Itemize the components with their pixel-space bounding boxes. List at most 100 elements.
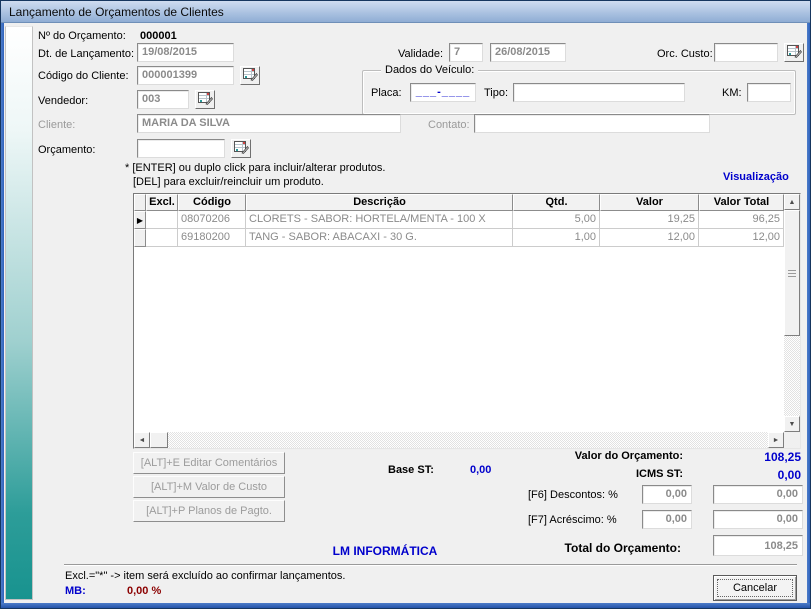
cancel-button[interactable]: Cancelar	[713, 575, 797, 601]
valor-orcamento-label: Valor do Orçamento:	[540, 450, 683, 462]
data-lancamento-label: Dt. de Lançamento:	[38, 48, 134, 60]
scroll-left-icon[interactable]: ◄	[134, 432, 150, 448]
acrescimo-label: [F7] Acréscimo: %	[528, 514, 617, 526]
footer-divider	[64, 564, 797, 566]
cliente-field: MARIA DA SILVA	[137, 114, 401, 133]
placa-field[interactable]: ___-____	[410, 83, 476, 102]
base-st-label: Base ST:	[388, 464, 434, 476]
cell-valor[interactable]: 12,00	[600, 229, 699, 247]
icms-st-label: ICMS ST:	[540, 468, 683, 480]
orc-custo-lookup-button[interactable]	[784, 43, 804, 62]
table-row[interactable]: 69180200 TANG - SABOR: ABACAXI - 30 G. 1…	[134, 229, 784, 247]
instruction-enter-text: ou duplo click para incluir/alterar prod…	[176, 162, 386, 174]
products-grid-body: Excl. Código Descrição Qtd. Valor Valor …	[134, 194, 784, 448]
codigo-cliente-label: Código do Cliente:	[38, 70, 129, 82]
cell-codigo[interactable]: 69180200	[178, 229, 246, 247]
orcamento-lookup-button[interactable]	[231, 139, 251, 158]
visualizacao-link[interactable]: Visualização	[723, 171, 789, 183]
lookup-grid-icon	[787, 44, 802, 61]
orc-custo-field[interactable]	[714, 43, 778, 62]
vendedor-lookup-button[interactable]	[195, 90, 215, 109]
titlebar[interactable]: Lançamento de Orçamentos de Clientes	[1, 1, 810, 23]
grid-header-descricao[interactable]: Descrição	[246, 194, 513, 211]
descontos-pct-field[interactable]: 0,00	[642, 485, 692, 504]
editar-comentarios-button[interactable]: [ALT]+E Editar Comentários	[133, 452, 285, 474]
acrescimo-text: Acréscimo:	[549, 514, 603, 526]
vertical-scrollbar[interactable]: ▲ ▼	[784, 194, 800, 432]
grid-header-qtd[interactable]: Qtd.	[513, 194, 600, 211]
scrollbar-corner	[784, 432, 800, 448]
validade-data-field[interactable]: 26/08/2015	[490, 43, 566, 62]
descontos-label: [F6] Descontos: %	[528, 489, 618, 501]
current-row-indicator: ▶	[134, 211, 146, 229]
vendedor-field[interactable]: 003	[137, 90, 189, 109]
scroll-right-icon[interactable]: ►	[768, 432, 784, 448]
mb-value: 0,00 %	[127, 585, 161, 597]
orc-custo-label: Orc. Custo:	[657, 48, 713, 60]
descontos-valor-field[interactable]: 0,00	[713, 485, 803, 504]
budget-entry-window: Lançamento de Orçamentos de Clientes Nº …	[0, 0, 811, 609]
km-field[interactable]	[747, 83, 791, 102]
grid-header-codigo[interactable]: Código	[178, 194, 246, 211]
orcamento-field[interactable]	[137, 139, 225, 158]
grid-header-valor-total[interactable]: Valor Total	[699, 194, 784, 211]
mb-label: MB:	[65, 585, 86, 597]
window-border-left	[1, 23, 4, 605]
grid-header-indicator	[134, 194, 146, 211]
data-lancamento-field[interactable]: 19/08/2015	[137, 43, 234, 62]
horizontal-scrollbar-thumb[interactable]	[150, 432, 168, 448]
acrescimo-pct-field[interactable]: 0,00	[642, 510, 692, 529]
horizontal-scrollbar[interactable]: ◄ ►	[134, 432, 784, 448]
base-st-value: 0,00	[470, 464, 491, 476]
window-border-bottom	[1, 603, 810, 608]
cliente-label: Cliente:	[38, 119, 75, 131]
cell-descricao[interactable]: TANG - SABOR: ABACAXI - 30 G.	[246, 229, 513, 247]
scroll-down-icon[interactable]: ▼	[784, 416, 800, 432]
vendedor-label: Vendedor:	[38, 95, 88, 107]
validade-dias-field[interactable]: 7	[449, 43, 483, 62]
cancel-button-label: Cancelar	[733, 582, 777, 594]
tipo-label: Tipo:	[484, 87, 508, 99]
vertical-scrollbar-track[interactable]	[784, 336, 800, 416]
instruction-del-key: [DEL]	[133, 176, 161, 188]
products-grid[interactable]: Excl. Código Descrição Qtd. Valor Valor …	[133, 193, 801, 449]
valor-de-custo-button[interactable]: [ALT]+M Valor de Custo	[133, 476, 285, 498]
contato-label: Contato:	[428, 119, 470, 131]
horizontal-scrollbar-track[interactable]	[168, 432, 768, 448]
cell-codigo[interactable]: 08070206	[178, 211, 246, 229]
placa-label: Placa:	[371, 87, 402, 99]
numero-orcamento-value: 000001	[140, 30, 177, 42]
cancel-button-focus-rect: Cancelar	[717, 579, 793, 597]
tipo-field[interactable]	[513, 83, 685, 102]
instruction-del-text: para excluir/reincluir um produto.	[161, 176, 324, 188]
grid-header-valor[interactable]: Valor	[600, 194, 699, 211]
window-border-right	[807, 23, 810, 605]
instruction-enter: * [ENTER] ou duplo click para incluir/al…	[125, 162, 385, 174]
codigo-cliente-field[interactable]: 000001399	[137, 66, 234, 85]
instruction-enter-key: * [ENTER]	[125, 162, 176, 174]
row-indicator	[134, 229, 146, 247]
icms-st-value: 0,00	[716, 468, 801, 482]
cell-valor-total[interactable]: 12,00	[699, 229, 784, 247]
cell-qtd[interactable]: 1,00	[513, 229, 600, 247]
contato-field[interactable]	[474, 114, 710, 133]
grid-empty-area	[134, 247, 784, 432]
descontos-text: Descontos:	[550, 489, 605, 501]
lookup-grid-icon	[243, 67, 258, 84]
cell-qtd[interactable]: 5,00	[513, 211, 600, 229]
table-row[interactable]: ▶ 08070206 CLORETS - SABOR: HORTELA/MENT…	[134, 211, 784, 229]
cell-excl[interactable]	[146, 211, 178, 229]
codigo-cliente-lookup-button[interactable]	[240, 66, 260, 85]
acrescimo-valor-field[interactable]: 0,00	[713, 510, 803, 529]
cell-valor-total[interactable]: 96,25	[699, 211, 784, 229]
thumb-grip	[788, 270, 796, 277]
vertical-scrollbar-thumb[interactable]	[784, 210, 800, 336]
cell-descricao[interactable]: CLORETS - SABOR: HORTELA/MENTA - 100 X	[246, 211, 513, 229]
grid-header-row: Excl. Código Descrição Qtd. Valor Valor …	[134, 194, 784, 211]
planos-de-pagto-button[interactable]: [ALT]+P Planos de Pagto.	[133, 500, 285, 522]
cell-valor[interactable]: 19,25	[600, 211, 699, 229]
instruction-del: [DEL] para excluir/reincluir um produto.	[133, 176, 324, 188]
grid-header-excl[interactable]: Excl.	[146, 194, 178, 211]
scroll-up-icon[interactable]: ▲	[784, 194, 800, 210]
cell-excl[interactable]	[146, 229, 178, 247]
